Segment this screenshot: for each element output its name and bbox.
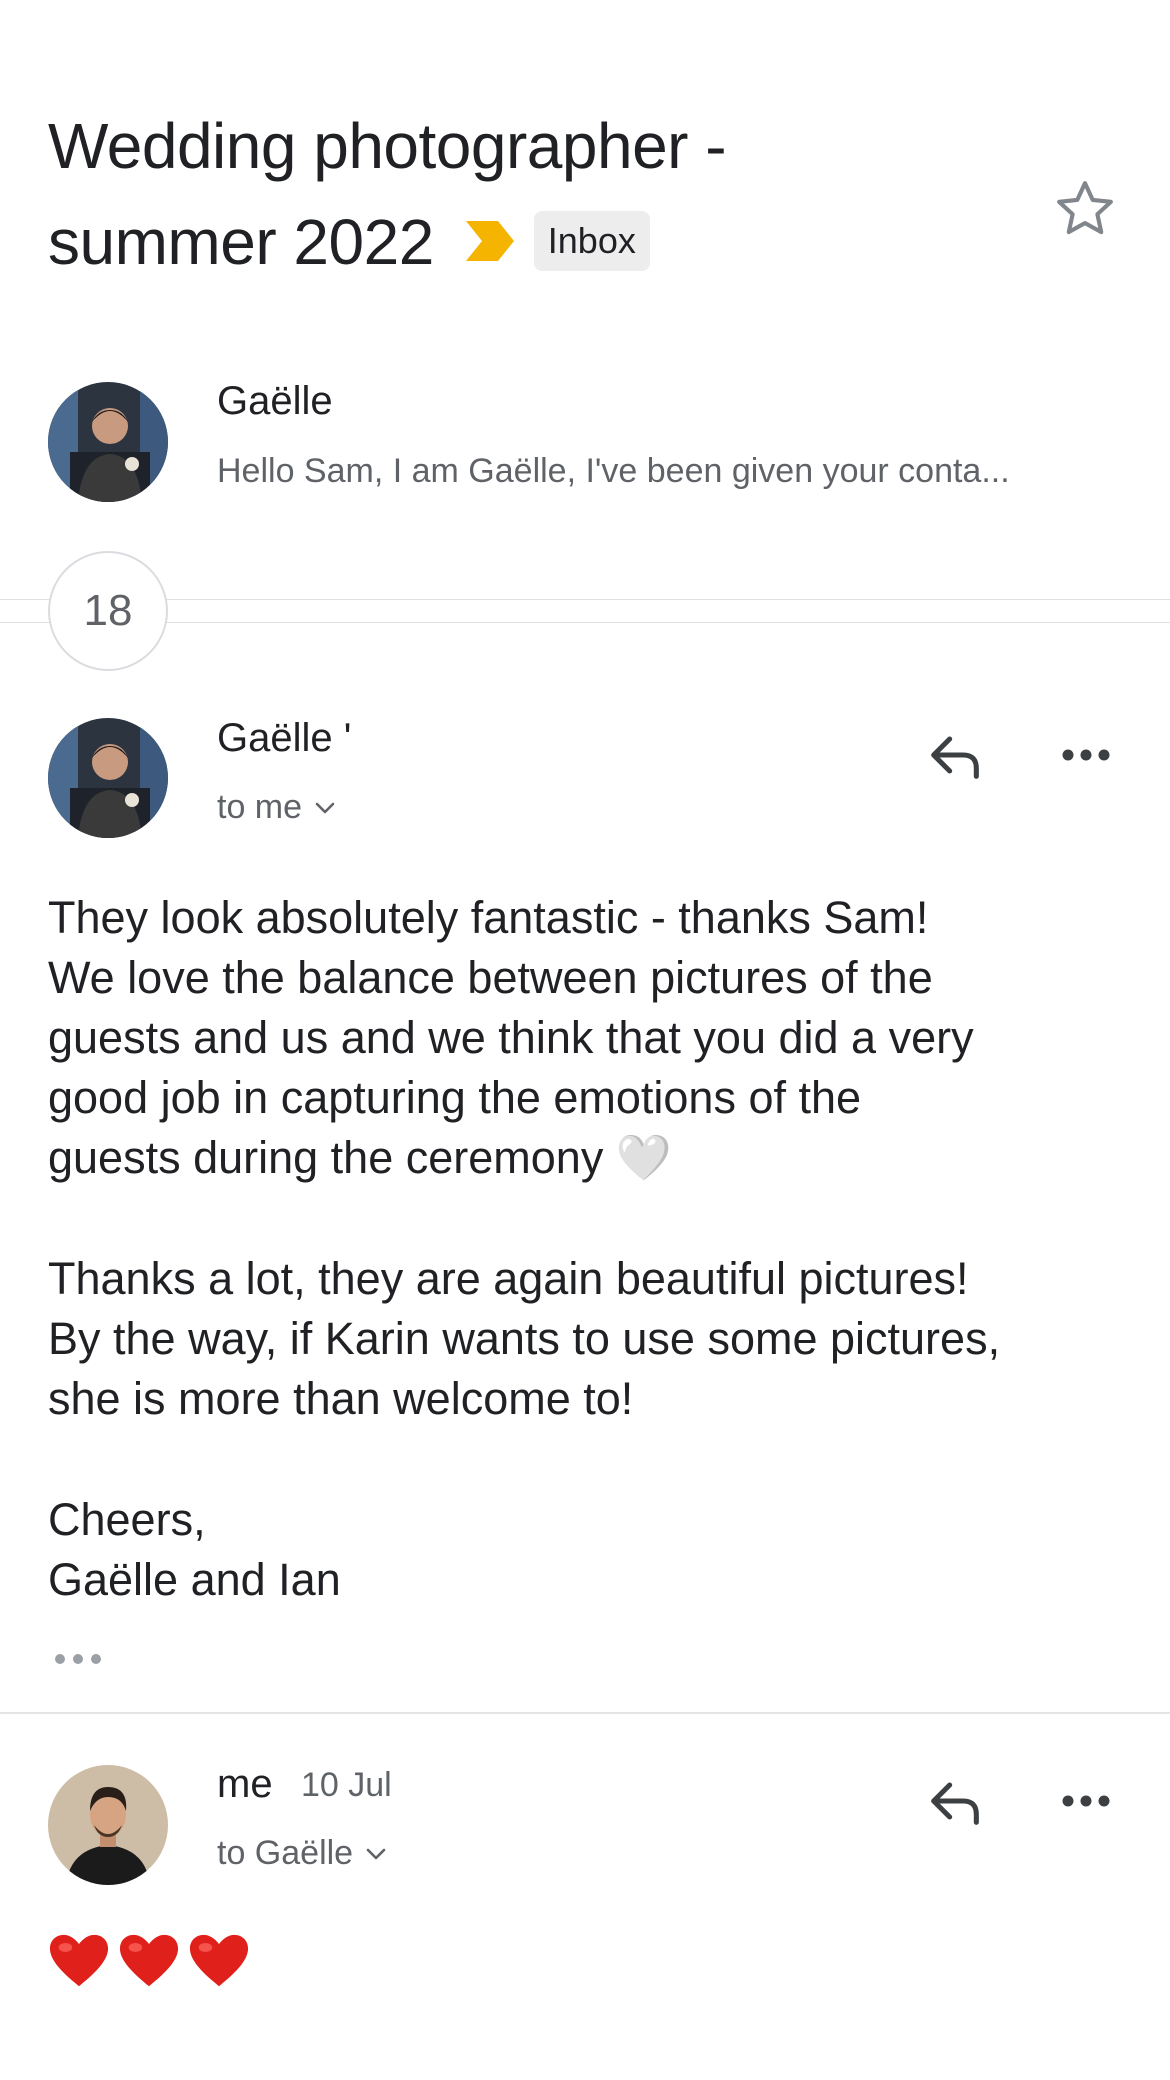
collapsed-sender-name[interactable]: Gaëlle	[217, 379, 333, 424]
reply-icon[interactable]	[923, 723, 987, 787]
recipient-details-toggle[interactable]: to me	[217, 788, 336, 827]
message-body-hearts	[48, 1930, 250, 1992]
recipient-label: to me	[217, 788, 303, 826]
collapsed-divider-bottom	[0, 622, 1170, 623]
importance-marker-icon[interactable]	[464, 193, 516, 289]
hidden-messages-count[interactable]: 18	[48, 551, 168, 671]
white-heart-emoji: 🤍	[615, 1132, 672, 1183]
message-sender-name[interactable]: me	[217, 1762, 273, 1807]
avatar-me[interactable]	[48, 1765, 168, 1885]
chevron-down-icon	[366, 1848, 386, 1859]
show-trimmed-content-icon[interactable]	[50, 1648, 106, 1670]
reply-icon[interactable]	[923, 1769, 987, 1833]
chevron-down-icon	[315, 802, 335, 813]
message-sender-name[interactable]: Gaëlle '	[217, 716, 351, 761]
message-date: 10 Jul	[301, 1766, 392, 1804]
message-body-paragraph-2: Thanks a lot, they are again beautiful p…	[48, 1253, 1001, 1424]
collapsed-divider-top	[0, 599, 1170, 600]
red-heart-icon	[119, 1934, 179, 1987]
avatar-gaelle[interactable]	[48, 718, 168, 838]
inbox-label-chip[interactable]: Inbox	[533, 211, 650, 272]
message-body-signature: Cheers, Gaëlle and Ian	[48, 1494, 341, 1605]
more-options-icon[interactable]	[1054, 723, 1118, 787]
star-icon[interactable]	[1052, 176, 1118, 242]
avatar-gaelle[interactable]	[48, 382, 168, 502]
recipient-details-toggle[interactable]: to Gaëlle	[217, 1834, 387, 1873]
subject-line-1: Wedding photographer -	[48, 110, 727, 182]
message-body: They look absolutely fantastic - thanks …	[48, 888, 1128, 1188]
more-options-icon[interactable]	[1054, 1769, 1118, 1833]
collapsed-message-snippet[interactable]: Hello Sam, I am Gaëlle, I've been given …	[217, 452, 1010, 491]
red-heart-icon	[49, 1934, 109, 1987]
subject-line-2: summer 2022	[48, 206, 434, 278]
thread-subject: Wedding photographer - summer 2022 Inbox	[48, 98, 948, 295]
red-heart-icon	[189, 1934, 249, 1987]
recipient-label: to Gaëlle	[217, 1834, 354, 1872]
message-divider	[0, 1712, 1170, 1714]
message-body-paragraph-1: They look absolutely fantastic - thanks …	[48, 892, 974, 1183]
